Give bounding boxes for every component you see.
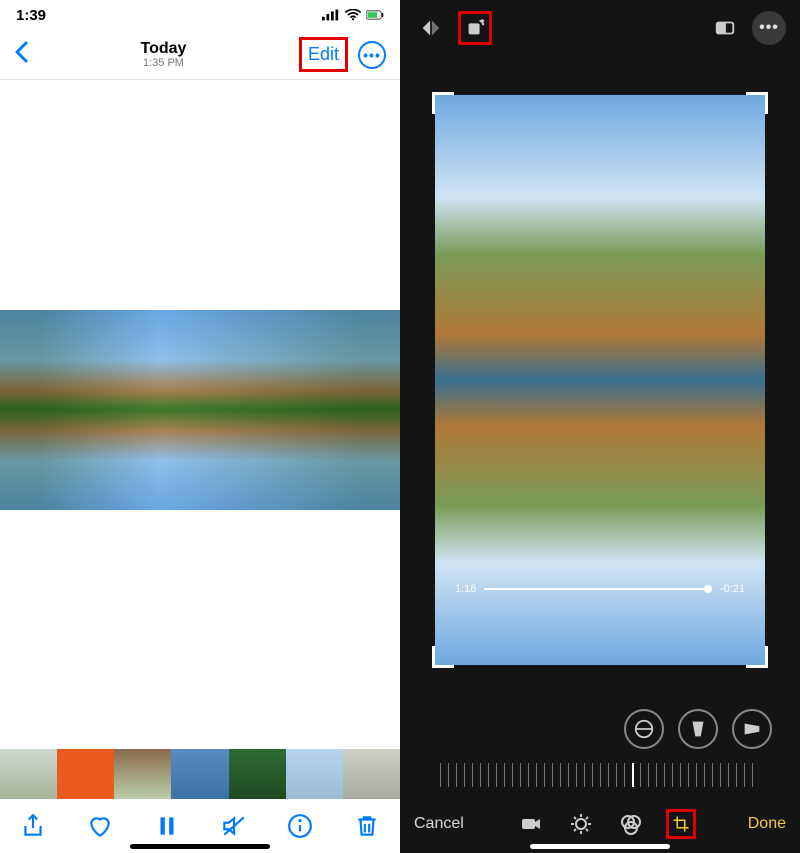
filmstrip-frame[interactable]	[114, 749, 171, 799]
editor-more-button[interactable]: •••	[752, 11, 786, 45]
mute-button[interactable]	[219, 812, 247, 840]
cellular-icon	[322, 9, 340, 21]
mute-icon	[220, 813, 246, 839]
flip-horizontal-button[interactable]	[414, 11, 448, 45]
title-main: Today	[141, 40, 187, 58]
straighten-icon	[633, 718, 655, 740]
ellipsis-icon: •••	[759, 19, 779, 37]
adjust-tab-icon	[569, 812, 593, 836]
crop-handle-br[interactable]	[746, 646, 768, 668]
vertical-perspective-icon	[687, 718, 709, 740]
share-button[interactable]	[19, 812, 47, 840]
done-button[interactable]: Done	[748, 815, 786, 833]
horizontal-perspective-icon	[741, 718, 763, 740]
filmstrip-frame[interactable]	[171, 749, 228, 799]
edit-button[interactable]: Edit	[299, 37, 348, 72]
more-button[interactable]: •••	[358, 41, 386, 69]
photos-viewer-screen: 1:39 Today 1:35 PM Edit •••	[0, 0, 400, 853]
dial-ticks[interactable]	[440, 763, 760, 787]
home-indicator[interactable]	[130, 844, 270, 849]
back-chevron-icon	[14, 41, 28, 63]
filmstrip-frame[interactable]	[57, 749, 114, 799]
title-subtitle: 1:35 PM	[141, 57, 187, 69]
video-tab-icon	[519, 812, 543, 836]
adjust-tab[interactable]	[566, 809, 596, 839]
delete-button[interactable]	[353, 812, 381, 840]
status-time: 1:39	[16, 7, 46, 24]
filmstrip-frame[interactable]	[343, 749, 400, 799]
aspect-ratio-icon	[714, 17, 736, 39]
filmstrip-frame[interactable]	[229, 749, 286, 799]
filmstrip-frame[interactable]	[0, 749, 57, 799]
cancel-button[interactable]: Cancel	[414, 815, 464, 833]
wifi-icon	[344, 9, 362, 21]
title-block: Today 1:35 PM	[141, 40, 187, 70]
pause-icon	[154, 813, 180, 839]
video-timeline[interactable]: 1:16 -0:21	[455, 583, 745, 595]
straighten-button[interactable]	[624, 709, 664, 749]
status-bar: 1:39	[0, 0, 400, 30]
crop-frame[interactable]: 1:16 -0:21	[435, 95, 765, 665]
vertical-perspective-button[interactable]	[678, 709, 718, 749]
main-photo-preview[interactable]	[0, 310, 400, 510]
editor-top-bar: •••	[400, 0, 800, 56]
info-icon	[287, 813, 313, 839]
video-filmstrip[interactable]	[0, 749, 400, 799]
nav-right-group: Edit •••	[299, 37, 386, 72]
filters-tab[interactable]	[616, 809, 646, 839]
favorite-button[interactable]	[86, 812, 114, 840]
rotate-icon	[464, 17, 486, 39]
filmstrip-frame[interactable]	[286, 749, 343, 799]
crop-tab-icon	[672, 812, 690, 836]
timeline-knob[interactable]	[704, 585, 712, 593]
battery-charging-icon	[366, 9, 384, 21]
filters-tab-icon	[619, 812, 643, 836]
share-icon	[20, 813, 46, 839]
aspect-ratio-button[interactable]	[708, 11, 742, 45]
straighten-dial[interactable]	[400, 755, 800, 795]
home-indicator[interactable]	[530, 844, 670, 849]
horizontal-perspective-button[interactable]	[732, 709, 772, 749]
pause-button[interactable]	[153, 812, 181, 840]
heart-icon	[87, 813, 113, 839]
nav-bar: Today 1:35 PM Edit •••	[0, 30, 400, 80]
status-icons	[322, 9, 384, 21]
crop-handle-bl[interactable]	[432, 646, 454, 668]
rotate-button[interactable]	[458, 11, 492, 45]
video-tab[interactable]	[516, 809, 546, 839]
crop-tab[interactable]	[666, 809, 696, 839]
timeline-track[interactable]	[484, 588, 712, 590]
flip-horizontal-icon	[420, 17, 442, 39]
trash-icon	[354, 813, 380, 839]
crop-editor-screen: ••• 1:16 -0:21 Cancel	[400, 0, 800, 853]
timeline-remaining: -0:21	[720, 583, 745, 595]
crop-handle-tl[interactable]	[432, 92, 454, 114]
back-button[interactable]	[14, 39, 28, 70]
timeline-elapsed: 1:16	[455, 583, 476, 595]
crop-canvas[interactable]: 1:16 -0:21	[414, 56, 786, 703]
info-button[interactable]	[286, 812, 314, 840]
geometry-controls	[400, 703, 800, 755]
crop-handle-tr[interactable]	[746, 92, 768, 114]
ellipsis-icon: •••	[363, 47, 381, 63]
